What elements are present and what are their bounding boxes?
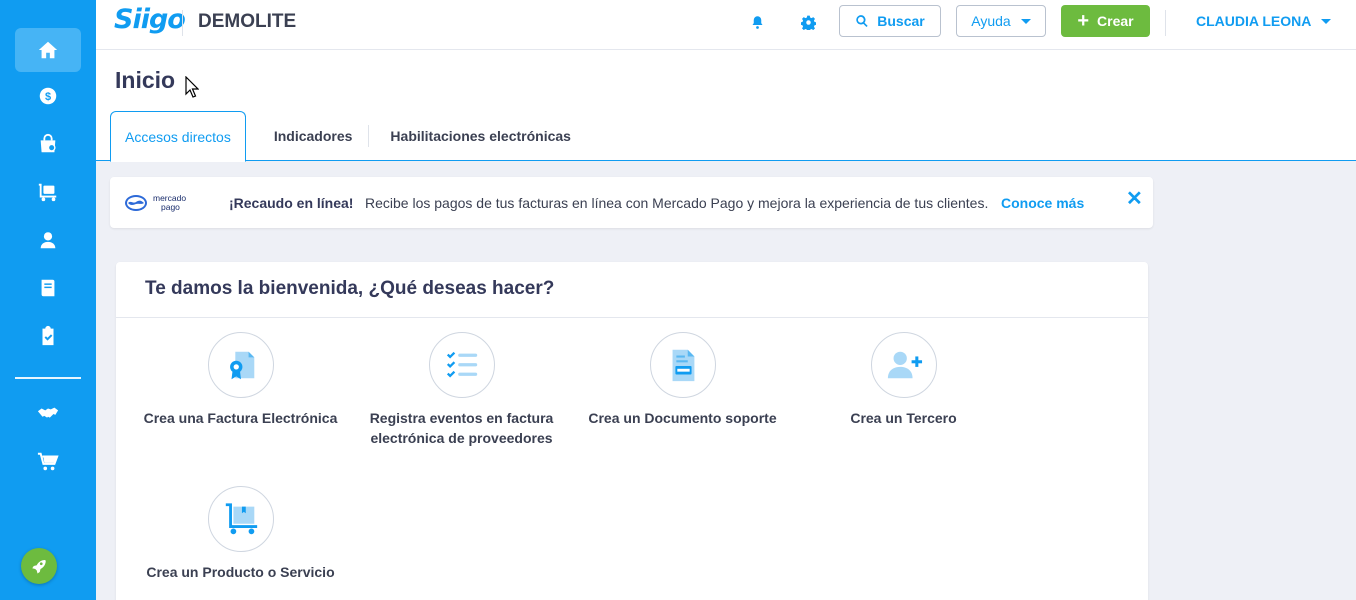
product-cart-icon — [225, 503, 257, 535]
rocket-icon — [32, 560, 46, 574]
sidebar-item-home[interactable] — [15, 28, 81, 72]
tab-label: Habilitaciones electrónicas — [390, 128, 571, 144]
sidebar-divider — [15, 377, 81, 379]
welcome-card: Te damos la bienvenida, ¿Qué deseas hace… — [116, 262, 1148, 600]
shortcut-label: Crea un Documento soporte — [588, 410, 777, 426]
shopping-bag-icon — [40, 133, 56, 153]
help-dropdown-label: Ayuda — [971, 13, 1011, 29]
mercado-pago-logo: mercado pago — [125, 193, 186, 212]
sidebar-item-purchases[interactable] — [15, 122, 81, 166]
tab-habilitaciones-electronicas[interactable]: Habilitaciones electrónicas — [369, 111, 587, 161]
help-dropdown[interactable]: Ayuda — [956, 5, 1046, 37]
create-button-label: Crear — [1097, 13, 1134, 29]
banner-learn-more-link[interactable]: Conoce más — [1001, 195, 1084, 211]
shortcut-label: Crea un Producto o Servicio — [146, 564, 335, 580]
shortcut-icon-circle — [207, 486, 274, 552]
promo-banner: mercado pago ¡Recaudo en línea! Recibe l… — [110, 177, 1153, 228]
checklist-icon — [446, 351, 477, 378]
banner-text: Recibe los pagos de tus facturas en líne… — [365, 195, 989, 211]
person-icon — [40, 232, 56, 249]
gear-icon — [800, 15, 816, 30]
company-name: DEMOLITE — [198, 11, 297, 32]
chevron-down-icon — [1321, 18, 1332, 24]
sidebar-item-inventory[interactable] — [15, 170, 81, 214]
notifications-button[interactable] — [744, 10, 770, 34]
svg-text:$: $ — [45, 91, 51, 103]
shortcut-support-document[interactable]: Crea un Documento soporte — [572, 332, 793, 428]
tab-label: Indicadores — [273, 128, 353, 144]
cart-dolly-icon — [38, 183, 57, 202]
page-title: Inicio — [115, 67, 176, 93]
card-divider — [116, 317, 1148, 318]
user-menu[interactable]: CLAUDIA LEONA — [1196, 13, 1332, 29]
mouse-cursor-icon — [185, 76, 199, 98]
handshake-icon — [37, 407, 59, 418]
shortcut-label: Registra eventos en factura electrónica … — [369, 410, 554, 446]
page-header: Inicio Accesos directos Indicadores Habi… — [96, 50, 1356, 162]
header-separator — [1165, 10, 1166, 36]
search-icon — [856, 15, 868, 28]
shortcut-label: Crea una Factura Electrónica — [143, 410, 338, 426]
shortcut-label: Crea un Tercero — [850, 410, 957, 426]
settings-button[interactable] — [795, 10, 821, 34]
chevron-down-icon — [1020, 18, 1031, 24]
create-button[interactable]: + Crear — [1061, 5, 1150, 37]
search-button-label: Buscar — [877, 13, 925, 29]
sidebar-item-store[interactable] — [15, 440, 81, 484]
brand-separator — [182, 10, 183, 36]
mercado-pago-logo-text-2: pago — [161, 202, 180, 212]
shortcut-icon-circle — [207, 332, 274, 398]
banner-title: ¡Recaudo en línea! — [229, 195, 354, 211]
shortcut-create-third-party[interactable]: Crea un Tercero — [793, 332, 1014, 428]
close-icon[interactable]: ✕ — [1126, 189, 1143, 209]
welcome-title: Te damos la bienvenida, ¿Qué deseas hace… — [145, 278, 555, 299]
home-icon — [38, 41, 58, 59]
shopping-cart-icon — [37, 452, 59, 471]
sidebar: $ — [0, 0, 96, 600]
support-document-icon — [672, 349, 694, 382]
sidebar-item-partners[interactable] — [15, 392, 81, 436]
shortcut-icon-circle — [649, 332, 716, 398]
book-icon — [41, 279, 55, 297]
sidebar-item-contacts[interactable] — [15, 218, 81, 262]
logo-text: Siigo — [114, 4, 186, 35]
shortcut-register-events[interactable]: Registra eventos en factura electrónica … — [351, 332, 572, 448]
user-name: CLAUDIA LEONA — [1196, 13, 1312, 29]
shortcut-create-product[interactable]: Crea un Producto o Servicio — [130, 486, 351, 582]
sidebar-item-tasks[interactable] — [15, 314, 81, 358]
siigo-logo[interactable]: Siigo — [114, 4, 186, 40]
plus-icon: + — [1077, 10, 1090, 32]
search-button[interactable]: Buscar — [839, 5, 941, 37]
clipboard-check-icon — [42, 325, 54, 346]
tab-label: Accesos directos — [125, 128, 231, 145]
add-person-icon — [887, 351, 922, 379]
dollar-icon: $ — [39, 87, 57, 105]
top-bar: Siigo DEMOLITE Buscar Ayuda + Crear CLAU… — [96, 0, 1356, 50]
shortcut-icon-circle — [428, 332, 495, 398]
shortcut-icon-circle — [870, 332, 937, 398]
tab-accesos-directos[interactable]: Accesos directos — [110, 111, 246, 162]
sidebar-item-sales[interactable]: $ — [15, 74, 81, 118]
shortcut-create-invoice[interactable]: Crea una Factura Electrónica — [130, 332, 351, 428]
tab-bar: Accesos directos Indicadores Habilitacio… — [110, 111, 587, 162]
tab-indicadores[interactable]: Indicadores — [258, 111, 369, 161]
sidebar-item-accounting[interactable] — [15, 266, 81, 310]
bell-icon — [752, 15, 762, 29]
rocket-button[interactable] — [21, 548, 57, 584]
invoice-ribbon-icon — [229, 351, 254, 380]
